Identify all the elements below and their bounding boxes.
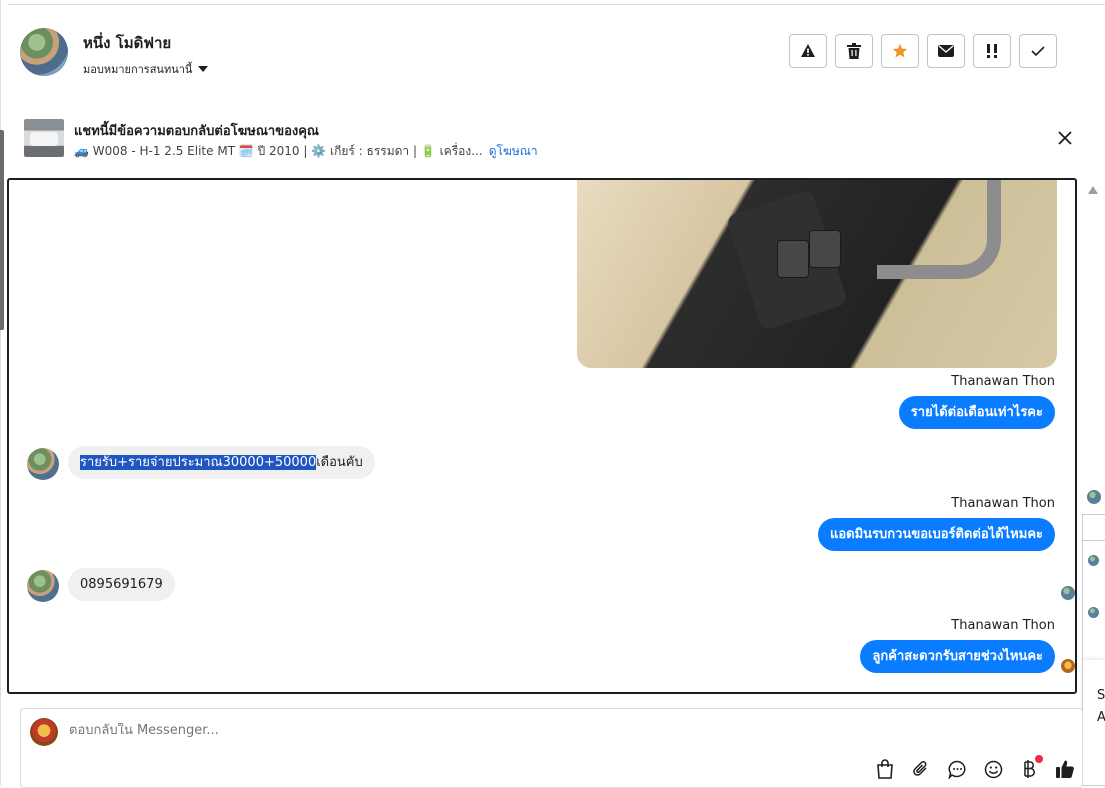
contact-avatar[interactable] xyxy=(20,28,68,76)
selected-text: รายรับ+รายจ่ายประมาณ30000+50000 xyxy=(80,455,317,470)
thumbs-up-icon xyxy=(1056,760,1074,778)
star-icon xyxy=(892,43,908,58)
left-panel-handle[interactable] xyxy=(0,130,4,330)
side-popup-text: Se xyxy=(1097,688,1105,703)
conversation-header: หนึ่ง โมดิฟาย มอบหมายการสนทนานี้ xyxy=(8,4,1105,100)
emoji-icon xyxy=(984,760,1002,778)
left-border xyxy=(0,0,1,785)
side-panel-card[interactable] xyxy=(1082,514,1105,542)
page-avatar xyxy=(30,718,58,746)
incoming-message[interactable]: 0895691679 xyxy=(68,568,175,601)
mark-done-button[interactable] xyxy=(1019,34,1057,68)
header-actions xyxy=(789,34,1057,68)
trash-icon xyxy=(847,43,861,59)
seen-indicator-avatar xyxy=(1061,586,1075,600)
reply-composer xyxy=(20,708,1083,788)
side-avatar xyxy=(1088,607,1099,618)
saved-replies-button[interactable] xyxy=(945,757,969,781)
contact-name[interactable]: หนึ่ง โมดิฟาย xyxy=(83,31,171,55)
baht-icon xyxy=(1024,760,1035,778)
ad-reply-banner: แชทนี้มีข้อความตอบกลับต่อโฆษณาของคุณ 🚙 W… xyxy=(8,99,1105,177)
chat-icon xyxy=(947,760,965,779)
message-text: เดือนคับ xyxy=(316,455,363,470)
message-sender: Thanawan Thon xyxy=(951,374,1055,389)
close-icon[interactable] xyxy=(1056,129,1074,147)
mark-important-button[interactable] xyxy=(973,34,1011,68)
message-sender: Thanawan Thon xyxy=(951,496,1055,511)
paperclip-icon xyxy=(913,761,927,776)
ad-banner-details: 🚙 W008 - H-1 2.5 Elite MT 🗓️ ปี 2010 | ⚙… xyxy=(74,142,538,161)
warning-icon xyxy=(801,44,815,57)
side-popup-text: A xyxy=(1097,710,1105,725)
contact-avatar-small[interactable] xyxy=(27,570,59,602)
scroll-up-arrow[interactable] xyxy=(1088,186,1098,194)
message-sender: Thanawan Thon xyxy=(951,618,1055,633)
check-icon xyxy=(1031,46,1045,57)
like-button[interactable] xyxy=(1053,757,1077,781)
message-thread[interactable]: Thanawan Thon รายได้ต่อเดือนเท่าไรคะ ราย… xyxy=(7,178,1077,694)
outgoing-message[interactable]: รายได้ต่อเดือนเท่าไรคะ xyxy=(898,396,1055,429)
emoji-button[interactable] xyxy=(981,757,1005,781)
mark-unread-button[interactable] xyxy=(927,34,965,68)
read-receipt-avatar xyxy=(1061,659,1075,673)
assign-label: มอบหมายการสนทนานี้ xyxy=(83,63,193,76)
payment-button[interactable] xyxy=(1017,755,1043,781)
spam-button[interactable] xyxy=(789,34,827,68)
contact-avatar-small[interactable] xyxy=(27,448,59,480)
ad-details-text: 🚙 W008 - H-1 2.5 Elite MT 🗓️ ปี 2010 | ⚙… xyxy=(74,144,483,158)
mail-icon xyxy=(938,45,954,57)
ad-thumbnail[interactable] xyxy=(24,119,64,157)
follow-up-button[interactable] xyxy=(881,34,919,68)
reply-input[interactable] xyxy=(69,723,669,738)
delete-button[interactable] xyxy=(835,34,873,68)
side-avatar xyxy=(1088,555,1099,566)
assign-conversation-dropdown[interactable]: มอบหมายการสนทนานี้ xyxy=(83,60,209,78)
outgoing-message[interactable]: ลูกค้าสะดวกรับสายช่วงไหนคะ xyxy=(860,640,1055,673)
shop-button[interactable] xyxy=(873,757,897,781)
attached-car-photo[interactable] xyxy=(577,180,1057,368)
side-panel-card[interactable] xyxy=(1082,540,1105,662)
composer-tools xyxy=(873,755,1077,781)
outgoing-message[interactable]: แอดมินรบกวนขอเบอร์ติดต่อได้ไหมคะ xyxy=(817,518,1055,551)
important-icon xyxy=(987,44,997,58)
attach-button[interactable] xyxy=(909,757,933,781)
side-avatar[interactable] xyxy=(1087,490,1101,504)
caret-down-icon xyxy=(198,66,209,72)
notification-dot xyxy=(1035,755,1043,763)
ad-banner-title: แชทนี้มีข้อความตอบกลับต่อโฆษณาของคุณ xyxy=(74,124,319,139)
bag-icon xyxy=(877,759,893,779)
side-popup[interactable]: Se A xyxy=(1082,660,1105,786)
view-ad-link[interactable]: ดูโฆษณา xyxy=(489,144,538,158)
incoming-message[interactable]: รายรับ+รายจ่ายประมาณ30000+50000เดือนคับ xyxy=(68,446,375,479)
side-panel-edge: Se A xyxy=(1080,478,1105,786)
